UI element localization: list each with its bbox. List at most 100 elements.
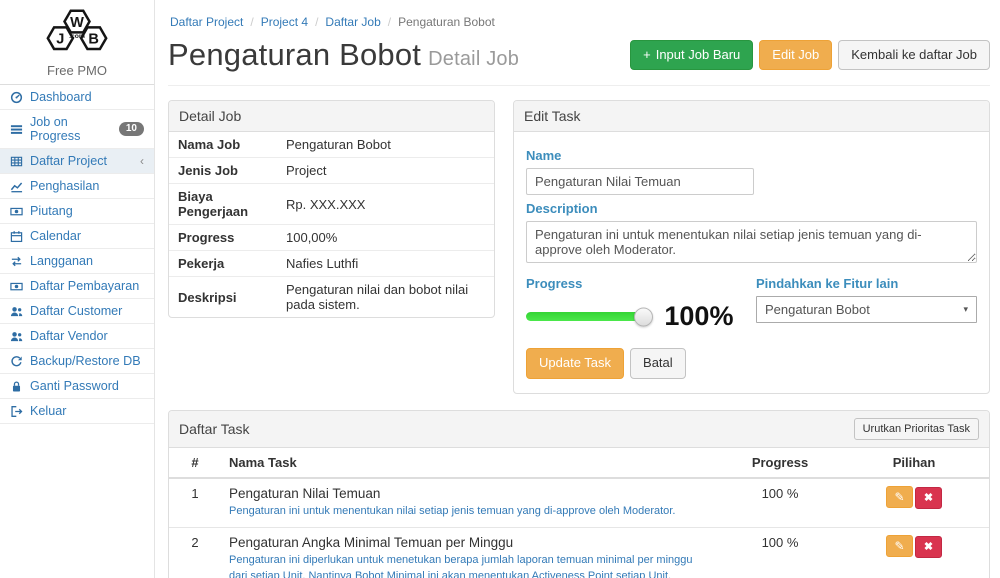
delete-task-button[interactable]: ✖ — [915, 536, 942, 558]
column-header-nama-task: Nama Task — [221, 448, 721, 478]
column-header-pilihan: Pilihan — [839, 448, 989, 478]
job-count-badge: 10 — [119, 122, 144, 136]
input-job-baru-label: Input Job Baru — [656, 47, 741, 64]
table-row: Pekerja Nafies Luthfi — [169, 251, 494, 277]
update-task-button[interactable]: Update Task — [526, 348, 624, 379]
money-icon — [10, 280, 23, 293]
column-header-progress: Progress — [721, 448, 839, 478]
task-name: Pengaturan Nilai Temuan — [229, 486, 713, 501]
table-row: Nama Job Pengaturan Bobot — [169, 132, 494, 158]
sidebar-item-keluar[interactable]: Keluar — [0, 399, 154, 424]
sidebar-item-job-on-progress[interactable]: Job on Progress 10 — [0, 110, 154, 149]
task-description-textarea[interactable] — [526, 221, 977, 263]
edit-task-button[interactable]: ✎ — [886, 486, 913, 508]
task-row: 1 Pengaturan Nilai Temuan Pengaturan ini… — [169, 478, 989, 527]
calendar-icon — [10, 230, 23, 243]
detail-value: Pengaturan Bobot — [277, 132, 494, 158]
sidebar-item-dashboard[interactable]: Dashboard — [0, 85, 154, 110]
progress-slider-handle[interactable] — [634, 307, 653, 326]
close-icon: ✖ — [924, 540, 933, 553]
sidebar-item-ganti-password[interactable]: Ganti Password — [0, 374, 154, 399]
sidebar-item-piutang[interactable]: Piutang — [0, 199, 154, 224]
breadcrumb-separator: / — [315, 15, 318, 29]
breadcrumb-current: Pengaturan Bobot — [398, 15, 495, 29]
sidebar-nav: Dashboard Job on Progress 10 Daftar Proj… — [0, 85, 154, 424]
breadcrumb-link-daftar-project[interactable]: Daftar Project — [170, 15, 243, 29]
detail-job-panel: Detail Job Nama Job Pengaturan Bobot Jen… — [168, 100, 495, 318]
sidebar-item-label: Calendar — [30, 229, 81, 243]
task-number: 2 — [169, 528, 221, 578]
description-label: Description — [526, 201, 977, 216]
sidebar-item-backup-restore[interactable]: Backup/Restore DB — [0, 349, 154, 374]
sidebar-item-label: Keluar — [30, 404, 66, 418]
edit-task-form: Name Description Progress 100% — [514, 132, 989, 393]
detail-value: Pengaturan nilai dan bobot nilai pada si… — [277, 277, 494, 318]
page-title-text: Pengaturan Bobot — [168, 37, 421, 72]
urutkan-prioritas-task-button-top[interactable]: Urutkan Prioritas Task — [854, 418, 979, 440]
svg-text:.com: .com — [69, 33, 85, 40]
app-window: J W B .com Free PMO Dashboard Job on Pro… — [0, 0, 1000, 578]
task-description: Pengaturan ini diperlukan untuk menetuka… — [229, 553, 713, 578]
sidebar-item-daftar-customer[interactable]: Daftar Customer — [0, 299, 154, 324]
detail-label: Pekerja — [169, 251, 277, 277]
sidebar-item-calendar[interactable]: Calendar — [0, 224, 154, 249]
refresh-icon — [10, 355, 23, 368]
task-progress: 100 % — [721, 528, 839, 578]
breadcrumb-link-project-4[interactable]: Project 4 — [261, 15, 308, 29]
progress-slider[interactable] — [526, 312, 644, 321]
sidebar-item-langganan[interactable]: Langganan — [0, 249, 154, 274]
table-row: Jenis Job Project — [169, 158, 494, 184]
sidebar-item-daftar-pembayaran[interactable]: Daftar Pembayaran — [0, 274, 154, 299]
panel-title-text: Daftar Task — [179, 421, 250, 437]
pencil-icon: ✎ — [894, 539, 904, 553]
breadcrumb: Daftar Project/Project 4/Daftar Job/Peng… — [168, 0, 990, 33]
sidebar-item-label: Daftar Pembayaran — [30, 279, 139, 293]
input-job-baru-button[interactable]: +Input Job Baru — [630, 40, 753, 71]
task-cell: Pengaturan Nilai Temuan Pengaturan ini u… — [221, 478, 721, 527]
edit-job-button[interactable]: Edit Job — [759, 40, 832, 71]
move-feature-select[interactable]: Pengaturan Bobot ▾ — [756, 296, 977, 323]
detail-job-panel-title: Detail Job — [169, 101, 494, 132]
svg-text:J: J — [56, 31, 64, 47]
task-number: 1 — [169, 478, 221, 527]
sidebar-item-label: Penghasilan — [30, 179, 99, 193]
detail-label: Biaya Pengerjaan — [169, 184, 277, 225]
close-icon: ✖ — [924, 491, 933, 504]
sidebar-item-label: Ganti Password — [30, 379, 119, 393]
sidebar-item-penghasilan[interactable]: Penghasilan — [0, 174, 154, 199]
sign-out-icon — [10, 405, 23, 418]
task-table: # Nama Task Progress Pilihan 1 Pengatura… — [169, 448, 989, 578]
sidebar-item-daftar-vendor[interactable]: Daftar Vendor — [0, 324, 154, 349]
sidebar-item-label: Daftar Vendor — [30, 329, 108, 343]
progress-column: Progress 100% — [526, 270, 733, 332]
money-icon — [10, 205, 23, 218]
jwb-hexagon-logo: J W B .com — [38, 8, 116, 58]
task-name-input[interactable] — [526, 168, 754, 195]
sidebar-item-label: Piutang — [30, 204, 73, 218]
line-chart-icon — [10, 180, 23, 193]
detail-value: 100,00% — [277, 225, 494, 251]
panel-title-text: Detail Job — [179, 108, 241, 124]
brand-logo[interactable]: J W B .com Free PMO — [0, 0, 154, 85]
edit-task-panel-title: Edit Task — [514, 101, 989, 132]
table-icon — [10, 155, 23, 168]
batal-button[interactable]: Batal — [630, 348, 686, 379]
task-actions: ✎✖ — [839, 478, 989, 527]
users-icon — [10, 305, 23, 318]
progress-percent-value: 100% — [664, 301, 733, 332]
progress-label: Progress — [526, 276, 733, 291]
sidebar-item-label: Langganan — [30, 254, 93, 268]
breadcrumb-link-daftar-job[interactable]: Daftar Job — [325, 15, 380, 29]
panel-title-text: Edit Task — [524, 108, 581, 124]
breadcrumb-separator: / — [388, 15, 391, 29]
sidebar-item-label: Dashboard — [30, 90, 92, 104]
daftar-task-panel-header: Daftar Task Urutkan Prioritas Task — [169, 411, 989, 448]
delete-task-button[interactable]: ✖ — [915, 487, 942, 509]
sidebar-item-label: Daftar Project — [30, 154, 107, 168]
page-subtitle: Detail Job — [428, 48, 519, 70]
edit-task-button[interactable]: ✎ — [886, 535, 913, 557]
table-row: Progress 100,00% — [169, 225, 494, 251]
sidebar-item-daftar-project[interactable]: Daftar Project ‹ — [0, 149, 154, 174]
move-feature-column: Pindahkan ke Fitur lain Pengaturan Bobot… — [756, 270, 977, 332]
kembali-ke-daftar-job-button[interactable]: Kembali ke daftar Job — [838, 40, 990, 71]
